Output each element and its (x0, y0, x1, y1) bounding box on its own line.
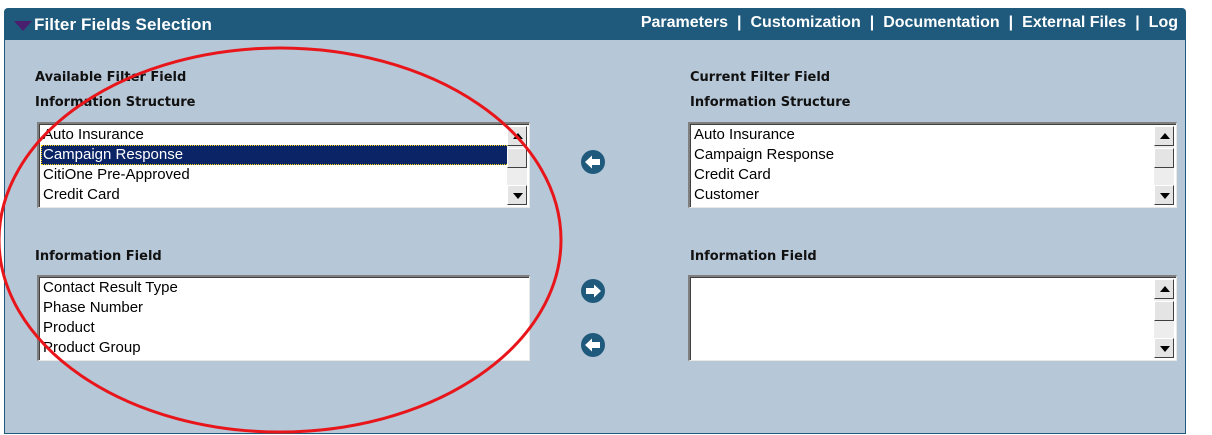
list-item[interactable]: Contact Result Type (41, 278, 527, 298)
filter-fields-panel: Available Filter Field Information Struc… (4, 40, 1186, 434)
scroll-down-button[interactable] (1154, 185, 1174, 205)
triangle-up-icon (1160, 286, 1170, 292)
available-field-listbox[interactable]: Contact Result Type Phase Number Product… (37, 275, 530, 361)
scroll-thumb[interactable] (1154, 148, 1174, 168)
nav-separator: | (869, 14, 875, 31)
nav-separator: | (737, 14, 742, 31)
list-item[interactable]: Phase Number (41, 298, 527, 318)
list-item[interactable]: Product (41, 318, 527, 338)
available-field-label: Information Field (35, 249, 162, 264)
list-item[interactable]: CitiOne Pre-Approved (41, 165, 527, 185)
scroll-up-button[interactable] (507, 126, 527, 146)
current-field-listbox[interactable] (688, 275, 1177, 361)
current-field-label: Information Field (690, 249, 817, 264)
vertical-scrollbar[interactable] (507, 126, 527, 205)
nav-separator: | (1135, 14, 1140, 31)
list-item[interactable]: Product Group (41, 338, 527, 358)
list-item[interactable]: Credit Card (692, 165, 1174, 185)
nav-separator: | (1008, 14, 1014, 31)
list-item[interactable]: Campaign Response (692, 145, 1174, 165)
triangle-up-icon (1160, 133, 1170, 139)
triangle-down-icon (513, 193, 523, 199)
scroll-up-button[interactable] (1154, 126, 1174, 146)
page-title: Filter Fields Selection (34, 15, 213, 34)
log-link[interactable]: Log (1149, 14, 1178, 32)
list-item[interactable]: Auto Insurance (41, 125, 527, 145)
list-item[interactable]: Credit Card (41, 185, 527, 205)
triangle-up-icon (513, 133, 523, 139)
move-field-right-button[interactable] (580, 278, 606, 304)
available-structure-label: Information Structure (35, 95, 196, 110)
list-item[interactable]: Customer (692, 185, 1174, 205)
scroll-up-button[interactable] (1154, 279, 1174, 299)
available-filter-field-heading: Available Filter Field (35, 70, 187, 85)
current-filter-field-heading: Current Filter Field (690, 70, 831, 85)
header-bar: Filter Fields Selection Parameters | Cus… (4, 8, 1186, 40)
customization-link[interactable]: Customization (751, 14, 861, 32)
documentation-link[interactable]: Documentation (883, 14, 999, 32)
move-field-left-button[interactable] (580, 332, 606, 358)
current-structure-label: Information Structure (690, 95, 851, 110)
parameters-link[interactable]: Parameters (641, 14, 728, 32)
scroll-down-button[interactable] (1154, 338, 1174, 358)
list-item-selected[interactable]: Campaign Response (41, 145, 527, 165)
scroll-down-button[interactable] (507, 185, 527, 205)
scroll-thumb[interactable] (1154, 301, 1174, 321)
current-structure-listbox[interactable]: Auto Insurance Campaign Response Credit … (688, 122, 1177, 208)
available-structure-listbox[interactable]: Auto Insurance Campaign Response CitiOne… (37, 122, 530, 208)
external-files-link[interactable]: External Files (1022, 14, 1126, 32)
vertical-scrollbar[interactable] (1154, 126, 1174, 205)
scroll-thumb[interactable] (507, 148, 527, 168)
collapse-triangle-icon[interactable] (14, 21, 32, 31)
list-item[interactable]: Auto Insurance (692, 125, 1174, 145)
vertical-scrollbar[interactable] (1154, 279, 1174, 358)
triangle-down-icon (1160, 193, 1170, 199)
triangle-down-icon (1160, 346, 1170, 352)
top-nav-links: Parameters | Customization | Documentati… (641, 14, 1178, 32)
move-structure-left-button[interactable] (580, 149, 606, 175)
